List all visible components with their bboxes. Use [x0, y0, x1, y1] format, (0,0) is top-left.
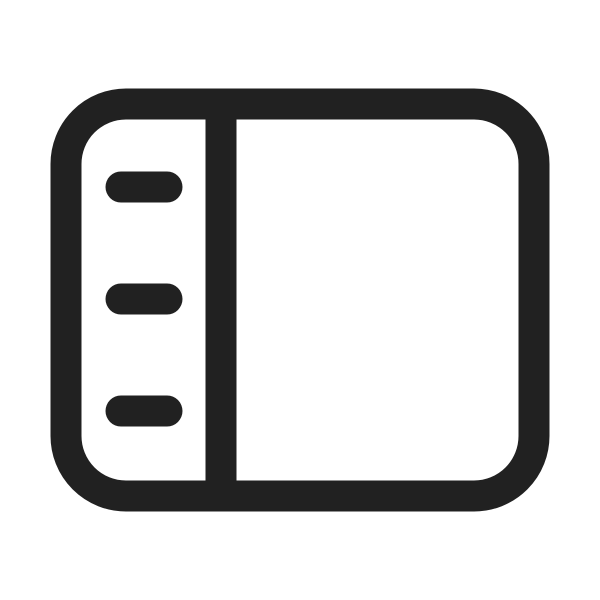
icon-canvas	[0, 0, 600, 600]
sidebar-items	[105, 171, 183, 427]
icon-shape-group	[50, 88, 550, 512]
sidebar-panel-icon	[50, 88, 550, 512]
